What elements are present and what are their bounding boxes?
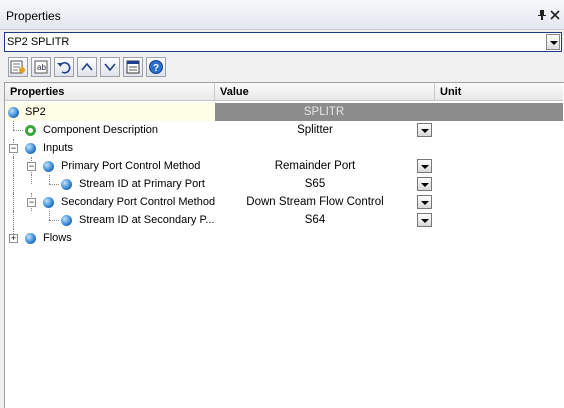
- group-node-icon: [25, 143, 36, 154]
- tree-line: [13, 157, 14, 175]
- categorized-icon[interactable]: ab: [31, 57, 51, 77]
- object-selector-value: SP2 SPLITR: [7, 36, 70, 48]
- close-icon[interactable]: [549, 9, 561, 21]
- value-header-band: SPLITR: [215, 103, 563, 121]
- collapse-icon[interactable]: −: [9, 144, 18, 153]
- property-node-icon: [61, 215, 72, 226]
- collapse-icon[interactable]: −: [27, 162, 36, 171]
- chevron-down-icon[interactable]: [417, 177, 432, 191]
- row-label: Flows: [43, 232, 72, 244]
- row-label: Component Description: [43, 124, 158, 136]
- properties-icon[interactable]: [8, 57, 28, 77]
- move-up-icon[interactable]: [77, 57, 97, 77]
- grid-row-inputs[interactable]: − Inputs: [5, 139, 563, 157]
- move-down-icon[interactable]: [100, 57, 120, 77]
- undo-icon[interactable]: [54, 57, 74, 77]
- grid-row-flows[interactable]: + Flows: [5, 229, 563, 247]
- help-icon[interactable]: ?: [146, 57, 166, 77]
- property-node-icon: [43, 161, 54, 172]
- grid-row-secondary-port-control-method[interactable]: − Secondary Port Control Method Down Str…: [5, 193, 563, 211]
- row-label: SP2: [25, 106, 46, 118]
- tree-line: [13, 121, 14, 130]
- tree-line: [49, 184, 59, 185]
- column-header-properties[interactable]: Properties: [5, 83, 215, 101]
- object-selector[interactable]: SP2 SPLITR: [4, 32, 562, 52]
- tree-line: [49, 175, 50, 184]
- grid-row-stream-id-primary[interactable]: Stream ID at Primary Port S65: [5, 175, 563, 193]
- tree-line: [49, 211, 50, 220]
- tree-line: [13, 211, 14, 229]
- svg-text:?: ?: [153, 63, 159, 74]
- column-header-unit[interactable]: Unit: [435, 83, 563, 101]
- row-label: Secondary Port Control Method: [61, 196, 216, 208]
- chevron-down-icon[interactable]: [417, 213, 432, 227]
- chevron-down-icon[interactable]: [417, 123, 432, 137]
- row-value[interactable]: S64: [221, 214, 409, 226]
- panel-titlebar: Properties: [0, 0, 564, 30]
- tree-line: [13, 175, 14, 193]
- pin-icon[interactable]: [536, 9, 548, 21]
- properties-toolbar: ab ?: [4, 56, 562, 78]
- row-value[interactable]: Down Stream Flow Control: [221, 196, 409, 208]
- row-label: Stream ID at Primary Port: [79, 178, 205, 190]
- chevron-down-icon[interactable]: [417, 195, 432, 209]
- chevron-down-icon[interactable]: [546, 34, 560, 50]
- group-node-icon: [25, 233, 36, 244]
- grid-row-sp2[interactable]: SP2 SPLITR: [5, 103, 563, 121]
- tree-line: [13, 130, 23, 131]
- status-ring-icon: [25, 125, 36, 136]
- tree-line: [13, 193, 14, 211]
- grid-row-stream-id-secondary[interactable]: Stream ID at Secondary P... S64: [5, 211, 563, 229]
- tree-line: [49, 220, 59, 221]
- expand-icon[interactable]: +: [9, 234, 18, 243]
- tree-line: [31, 175, 32, 184]
- row-value[interactable]: Splitter: [221, 124, 409, 136]
- row-label: Primary Port Control Method: [61, 160, 201, 172]
- row-value: SPLITR: [303, 106, 345, 118]
- column-header-value[interactable]: Value: [215, 83, 435, 101]
- panel-title: Properties: [6, 9, 61, 23]
- property-pages-icon[interactable]: [123, 57, 143, 77]
- collapse-icon[interactable]: −: [27, 198, 36, 207]
- grid-row-component-description[interactable]: Component Description Splitter: [5, 121, 563, 139]
- property-node-icon: [43, 197, 54, 208]
- row-label: Inputs: [43, 142, 73, 154]
- property-grid: Properties Value Unit SP2 SPLITR Compone…: [4, 82, 564, 408]
- svg-text:ab: ab: [37, 63, 46, 72]
- chevron-down-icon[interactable]: [417, 159, 432, 173]
- object-node-icon: [8, 107, 19, 118]
- property-node-icon: [61, 179, 72, 190]
- row-value[interactable]: Remainder Port: [221, 160, 409, 172]
- grid-row-primary-port-control-method[interactable]: − Primary Port Control Method Remainder …: [5, 157, 563, 175]
- row-label: Stream ID at Secondary P...: [79, 214, 215, 226]
- row-value[interactable]: S65: [221, 178, 409, 190]
